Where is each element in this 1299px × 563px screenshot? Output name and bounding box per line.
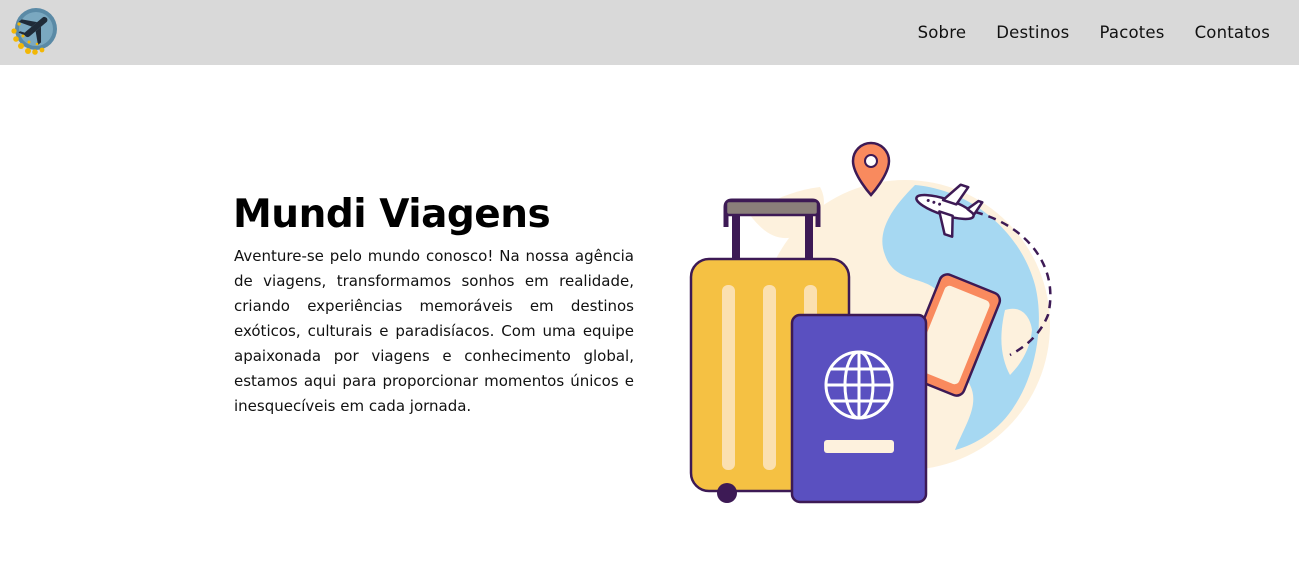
travel-illustration [689, 141, 1052, 504]
hero-title: Mundi Viagens [233, 192, 551, 237]
site-header: Sobre Destinos Pacotes Contatos [0, 0, 1299, 65]
passport-icon [790, 313, 928, 504]
airplane-logo-icon[interactable] [9, 6, 61, 58]
hero-description: Aventure-se pelo mundo conosco! Na nossa… [234, 247, 634, 415]
nav-link-sobre[interactable]: Sobre [918, 23, 967, 42]
nav-link-contatos[interactable]: Contatos [1195, 23, 1270, 42]
nav-link-destinos[interactable]: Destinos [996, 23, 1069, 42]
main-nav: Sobre Destinos Pacotes Contatos [918, 0, 1299, 65]
nav-link-pacotes[interactable]: Pacotes [1099, 23, 1164, 42]
